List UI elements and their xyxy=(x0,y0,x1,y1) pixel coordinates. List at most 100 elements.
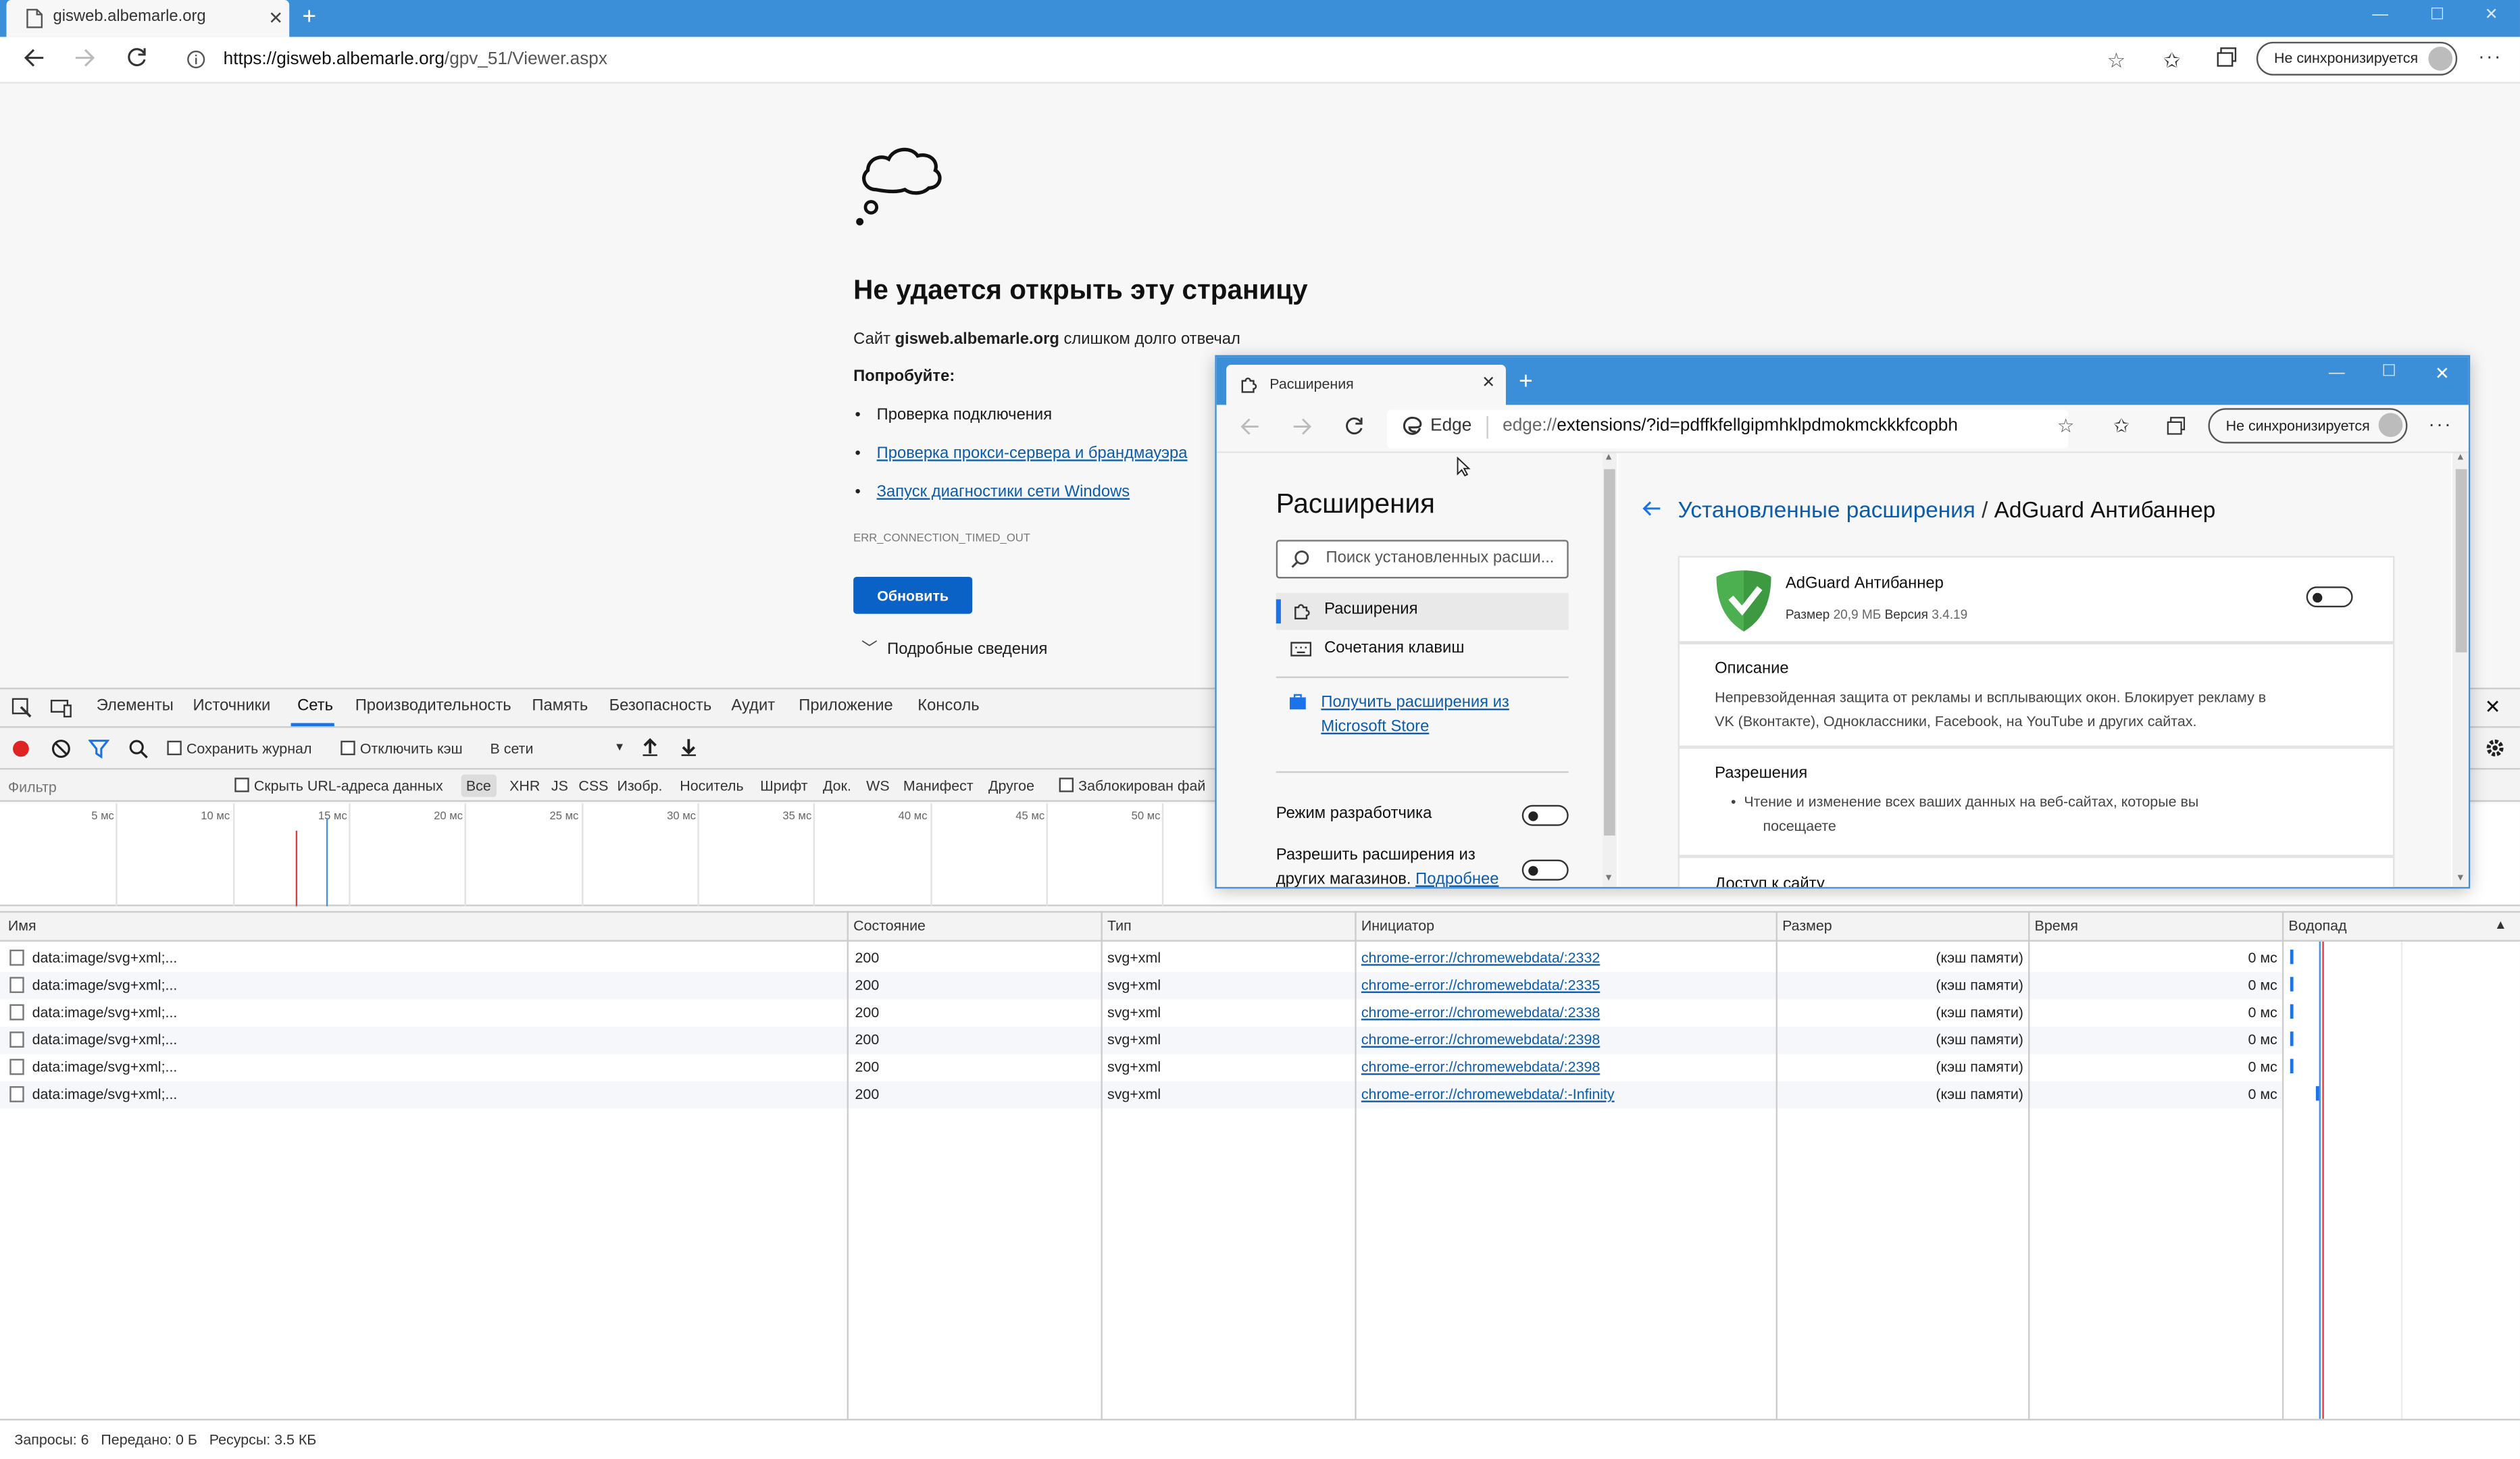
export-har-icon[interactable] xyxy=(680,738,697,757)
maximize-icon[interactable]: ☐ xyxy=(2430,7,2444,24)
row-initiator[interactable]: chrome-error://chromewebdata/:2338 xyxy=(1361,1004,1600,1021)
favorite-star-icon[interactable]: ☆ xyxy=(2107,48,2126,74)
throttling-select[interactable]: В сети ▼ xyxy=(487,738,628,760)
table-row[interactable]: data:image/svg+xml;... 200 svg+xml chrom… xyxy=(0,1000,2282,1027)
filter-type-css[interactable]: CSS xyxy=(578,777,608,794)
column-header-initiator[interactable]: Инициатор xyxy=(1361,917,1434,933)
devtools-tab-performance[interactable]: Производительность xyxy=(355,697,511,715)
row-initiator[interactable]: chrome-error://chromewebdata/:-Infinity xyxy=(1361,1086,1615,1102)
filter-type-img[interactable]: Изобр. xyxy=(617,777,662,794)
row-initiator[interactable]: chrome-error://chromewebdata/:2398 xyxy=(1361,1031,1600,1048)
new-tab-button[interactable]: + xyxy=(1519,368,1533,395)
more-menu-icon[interactable]: ··· xyxy=(2428,413,2452,435)
close-devtools-icon[interactable]: ✕ xyxy=(2485,696,2501,718)
favorite-star-icon[interactable]: ☆ xyxy=(2057,415,2075,437)
sidebar-item-shortcuts[interactable]: Сочетания клавиш xyxy=(1276,632,1569,669)
column-header-size[interactable]: Размер xyxy=(1782,917,1832,933)
row-initiator[interactable]: chrome-error://chromewebdata/:2398 xyxy=(1361,1059,1600,1075)
ext-browser-tab[interactable]: Расширения ✕ xyxy=(1226,364,1506,405)
minimize-icon[interactable]: — xyxy=(2329,365,2345,382)
favorites-icon[interactable]: ✩ xyxy=(2113,415,2130,437)
scroll-up-icon[interactable]: ▲ xyxy=(2456,453,2465,463)
filter-icon[interactable] xyxy=(88,739,109,759)
learn-more-link[interactable]: Подробнее xyxy=(1415,871,1498,887)
row-initiator[interactable]: chrome-error://chromewebdata/:2335 xyxy=(1361,977,1600,993)
favorites-icon[interactable]: ✩ xyxy=(2163,48,2181,74)
extension-search-input[interactable]: Поиск установленных расши... xyxy=(1276,540,1569,579)
refresh-icon[interactable] xyxy=(126,47,148,69)
scroll-down-icon[interactable]: ▼ xyxy=(2456,874,2465,884)
filter-type-xhr[interactable]: XHR xyxy=(509,777,540,794)
details-toggle[interactable]: ﹀ Подробные сведения xyxy=(861,635,1047,659)
breadcrumb-link[interactable]: Установленные расширения xyxy=(1678,496,1975,522)
forward-arrow-icon[interactable] xyxy=(74,47,96,69)
column-header-waterfall[interactable]: Водопад xyxy=(2288,917,2346,933)
column-header-name[interactable]: Имя xyxy=(8,917,36,933)
devtools-tab-console[interactable]: Консоль xyxy=(917,697,979,715)
scrollbar-thumb[interactable] xyxy=(2455,469,2467,652)
filter-type-media[interactable]: Носитель xyxy=(680,777,743,794)
filter-type-js[interactable]: JS xyxy=(551,777,568,794)
devtools-tab-application[interactable]: Приложение xyxy=(799,697,893,715)
back-arrow-icon[interactable] xyxy=(22,47,45,69)
allow-other-stores-toggle[interactable] xyxy=(1521,859,1569,881)
table-row[interactable]: data:image/svg+xml;... 200 svg+xml chrom… xyxy=(0,1081,2282,1109)
device-emulation-icon[interactable] xyxy=(50,697,72,718)
get-extensions-link[interactable]: Получить расширения из Microsoft Store xyxy=(1321,691,1546,739)
row-initiator[interactable]: chrome-error://chromewebdata/:2332 xyxy=(1361,950,1600,966)
column-divider[interactable] xyxy=(1355,911,1357,1419)
back-arrow-icon[interactable] xyxy=(1641,500,1662,517)
search-icon[interactable] xyxy=(128,739,148,759)
inspect-element-icon[interactable] xyxy=(11,697,32,718)
filter-type-all[interactable]: Все xyxy=(461,774,496,797)
settings-gear-icon[interactable] xyxy=(2485,738,2506,759)
devtools-tab-memory[interactable]: Память xyxy=(532,697,588,715)
table-row[interactable]: data:image/svg+xml;... 200 svg+xml chrom… xyxy=(0,972,2282,1000)
extension-enable-toggle[interactable] xyxy=(2306,586,2353,608)
filter-type-manifest[interactable]: Манифест xyxy=(903,777,974,794)
developer-mode-toggle[interactable] xyxy=(1521,804,1569,826)
close-window-icon[interactable]: ✕ xyxy=(2485,7,2498,24)
close-tab-icon[interactable]: ✕ xyxy=(268,8,283,29)
column-divider[interactable] xyxy=(847,911,849,1419)
reload-button[interactable]: Обновить xyxy=(853,576,973,614)
refresh-icon[interactable] xyxy=(1344,416,1365,437)
collections-icon[interactable] xyxy=(2167,416,2186,436)
preserve-log-checkbox[interactable]: Сохранить журнал xyxy=(167,740,311,757)
devtools-tab-security[interactable]: Безопасность xyxy=(609,697,712,715)
info-icon[interactable] xyxy=(186,50,206,70)
clear-icon[interactable] xyxy=(51,739,71,759)
url-text[interactable]: https://gisweb.albemarle.org/gpv_51/View… xyxy=(224,50,607,70)
column-divider[interactable] xyxy=(1775,911,1778,1419)
ext-url-text[interactable]: edge://extensions/?id=pdffkfellgipmhklpd… xyxy=(1503,416,1958,436)
filter-type-ws[interactable]: WS xyxy=(866,777,889,794)
scrollbar-thumb[interactable] xyxy=(1604,469,1615,836)
filter-input[interactable] xyxy=(3,774,216,799)
devtools-tab-network[interactable]: Сеть xyxy=(297,697,333,715)
back-arrow-icon[interactable] xyxy=(1239,416,1260,437)
devtools-tab-audits[interactable]: Аудит xyxy=(731,697,775,715)
filter-type-font[interactable]: Шрифт xyxy=(760,777,807,794)
column-divider[interactable] xyxy=(2028,911,2030,1419)
close-window-icon[interactable]: ✕ xyxy=(2435,363,2450,384)
new-tab-button[interactable]: + xyxy=(302,3,316,30)
sync-status-button[interactable]: Не синхронизируется xyxy=(2256,41,2458,76)
filter-type-other[interactable]: Другое xyxy=(988,777,1034,794)
column-divider[interactable] xyxy=(1101,911,1103,1419)
column-header-type[interactable]: Тип xyxy=(1107,917,1132,933)
sidebar-item-extensions[interactable]: Расширения xyxy=(1276,592,1569,630)
sidebar-scrollbar[interactable]: ▲ ▼ xyxy=(1602,453,1617,888)
detail-scrollbar[interactable]: ▲ ▼ xyxy=(2452,453,2469,888)
devtools-tab-sources[interactable]: Источники xyxy=(193,697,270,715)
suggestion-check-proxy[interactable]: Проверка прокси-сервера и брандмауэра xyxy=(855,445,1188,463)
minimize-icon[interactable]: — xyxy=(2372,7,2388,24)
more-menu-icon[interactable]: ··· xyxy=(2478,45,2502,68)
disable-cache-checkbox[interactable]: Отключить кэш xyxy=(341,740,463,757)
table-row[interactable]: data:image/svg+xml;... 200 svg+xml chrom… xyxy=(0,1054,2282,1081)
scroll-up-icon[interactable]: ▲ xyxy=(1604,453,1613,463)
blocked-requests-checkbox[interactable]: Заблокирован фай xyxy=(1059,777,1205,794)
table-row[interactable]: data:image/svg+xml;... 200 svg+xml chrom… xyxy=(0,945,2282,972)
devtools-tab-elements[interactable]: Элементы xyxy=(97,697,174,715)
browser-tab[interactable]: gisweb.albemarle.org ✕ xyxy=(6,0,290,37)
column-divider[interactable] xyxy=(2282,911,2284,1419)
